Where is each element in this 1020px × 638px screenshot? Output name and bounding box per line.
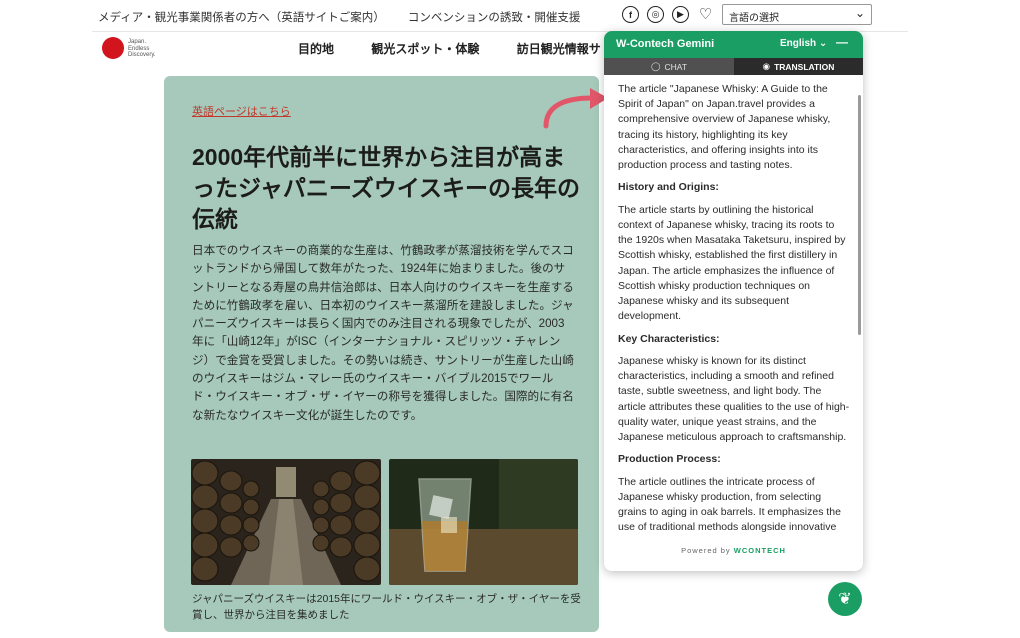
top-links: メディア・観光事業関係者の方へ（英語サイトご案内） コンベンションの誘致・開催支… [98, 9, 600, 25]
tab-chat[interactable]: ◯ CHAT [604, 58, 734, 75]
youtube-icon[interactable]: ▶ [672, 6, 689, 23]
chat-bubble-icon: ◯ [650, 61, 661, 71]
section-heading: Production Process: [618, 453, 721, 466]
convention-link[interactable]: コンベンションの誘致・開催支援 [408, 12, 581, 24]
section-heading: History and Origins: [618, 181, 719, 194]
article-body: 日本でのウイスキーの商業的な生産は、竹鶴政孝が蒸溜技術を学んでスコットランドから… [192, 244, 574, 422]
nav-item-spots[interactable]: 観光スポット・体験 [371, 42, 479, 56]
social-icons: f ◎ ▶ ♡ [622, 6, 714, 23]
paragraph: The article outlines the intricate proce… [618, 475, 841, 534]
nav-item-info[interactable]: 訪日観光情報サ [517, 42, 601, 56]
paragraph: Japanese whisky is known for its distinc… [618, 355, 850, 444]
nav-item-destinations[interactable]: 目的地 [298, 42, 334, 56]
language-select-label: 言語の選択 [729, 13, 779, 24]
footer-brand[interactable]: WCONTECH [734, 546, 786, 555]
facebook-icon[interactable]: f [622, 6, 639, 23]
whisky-glass-image [389, 459, 578, 585]
top-bar: メディア・観光事業関係者の方へ（英語サイトご案内） コンベンションの誘致・開催支… [92, 0, 908, 32]
pointer-arrow-icon [543, 88, 608, 129]
tab-translation-label: TRANSLATION [774, 61, 835, 72]
panel-tabs: ◯ CHAT ◉ TRANSLATION [604, 58, 863, 75]
logo-mark [102, 37, 124, 59]
english-page-link[interactable]: 英語ページはこちら [192, 103, 291, 119]
paragraph: The article starts by outlining the hist… [618, 203, 846, 323]
article-headline: 2000年代前半に世界から注目が高まったジャパニーズウイスキーの長年の伝統 [192, 144, 581, 232]
butterfly-fab-icon[interactable]: ❦ [828, 582, 862, 616]
tab-translation[interactable]: ◉ TRANSLATION [734, 58, 863, 75]
paragraph: The article "Japanese Whisky: A Guide to… [618, 83, 831, 172]
site-logo[interactable]: Japan. Endless Discovery. [102, 36, 162, 60]
section-heading: Key Characteristics: [618, 332, 720, 345]
media-link[interactable]: メディア・観光事業関係者の方へ（英語サイトご案内） [98, 12, 385, 24]
instagram-icon[interactable]: ◎ [647, 6, 664, 23]
panel-title: W-Contech Gemini [616, 38, 715, 50]
chevron-down-icon: ⌄ [818, 38, 828, 49]
image-caption: ジャパニーズウイスキーは2015年にワールド・ウイスキー・オブ・ザ・イヤーを受賞… [192, 593, 581, 621]
panel-language-select[interactable]: English ⌄ [780, 38, 827, 49]
page: メディア・観光事業関係者の方へ（英語サイトご案内） コンベンションの誘致・開催支… [0, 0, 1020, 638]
heart-icon[interactable]: ♡ [697, 6, 714, 23]
article-card: 英語ページはこちら 2000年代前半に世界から注目が高まったジャパニーズウイスキ… [164, 76, 599, 632]
minimize-icon[interactable]: — [836, 35, 848, 49]
logo-text: Japan. Endless Discovery. [128, 39, 156, 58]
language-select[interactable]: 言語の選択 ⌄ [722, 4, 872, 25]
translation-content: The article "Japanese Whisky: A Guide to… [618, 82, 850, 540]
tab-chat-label: CHAT [664, 61, 688, 72]
chevron-down-icon: ⌄ [854, 6, 865, 20]
barrel-cellar-image [191, 459, 381, 585]
extension-panel: W-Contech Gemini English ⌄ — ◯ CHAT ◉ TR… [604, 31, 863, 571]
panel-header: W-Contech Gemini English ⌄ — [604, 31, 863, 58]
panel-footer: Powered by WCONTECH [604, 546, 863, 555]
panel-scrollbar[interactable] [858, 95, 861, 335]
footer-prefix: Powered by [681, 546, 731, 555]
translate-icon: ◉ [762, 61, 771, 71]
nav-items: 目的地 観光スポット・体験 訪日観光情報サ [298, 40, 635, 57]
panel-language-label: English [780, 38, 817, 49]
